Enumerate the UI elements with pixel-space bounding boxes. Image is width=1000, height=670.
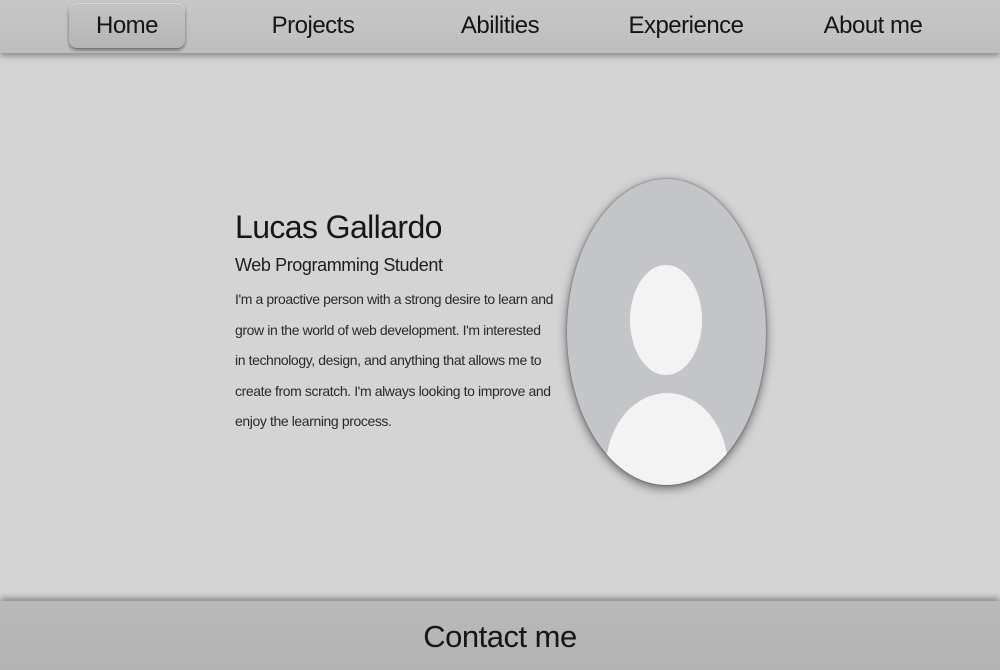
page: Home Projects Abilities Experience About… [0,0,1000,670]
contact-me-link[interactable]: Contact me [0,619,1000,655]
nav-experience[interactable]: Experience [620,3,752,48]
nav-abilities[interactable]: Abilities [440,3,560,48]
nav-about-me[interactable]: About me [812,3,934,48]
top-navbar: Home Projects Abilities Experience About… [0,0,1000,53]
nav-projects[interactable]: Projects [250,3,376,48]
nav-home[interactable]: Home [69,3,185,48]
hero-name: Lucas Gallardo [235,209,442,245]
avatar-body [606,393,728,485]
profile-avatar [567,179,766,485]
hero-role: Web Programming Student [235,255,443,275]
footer-bar: Contact me [0,601,1000,670]
avatar-head [630,265,702,375]
hero-intro: Lucas Gallardo Web Programming Student I… [235,205,555,437]
hero-bio: I'm a proactive person with a strong des… [235,291,554,429]
